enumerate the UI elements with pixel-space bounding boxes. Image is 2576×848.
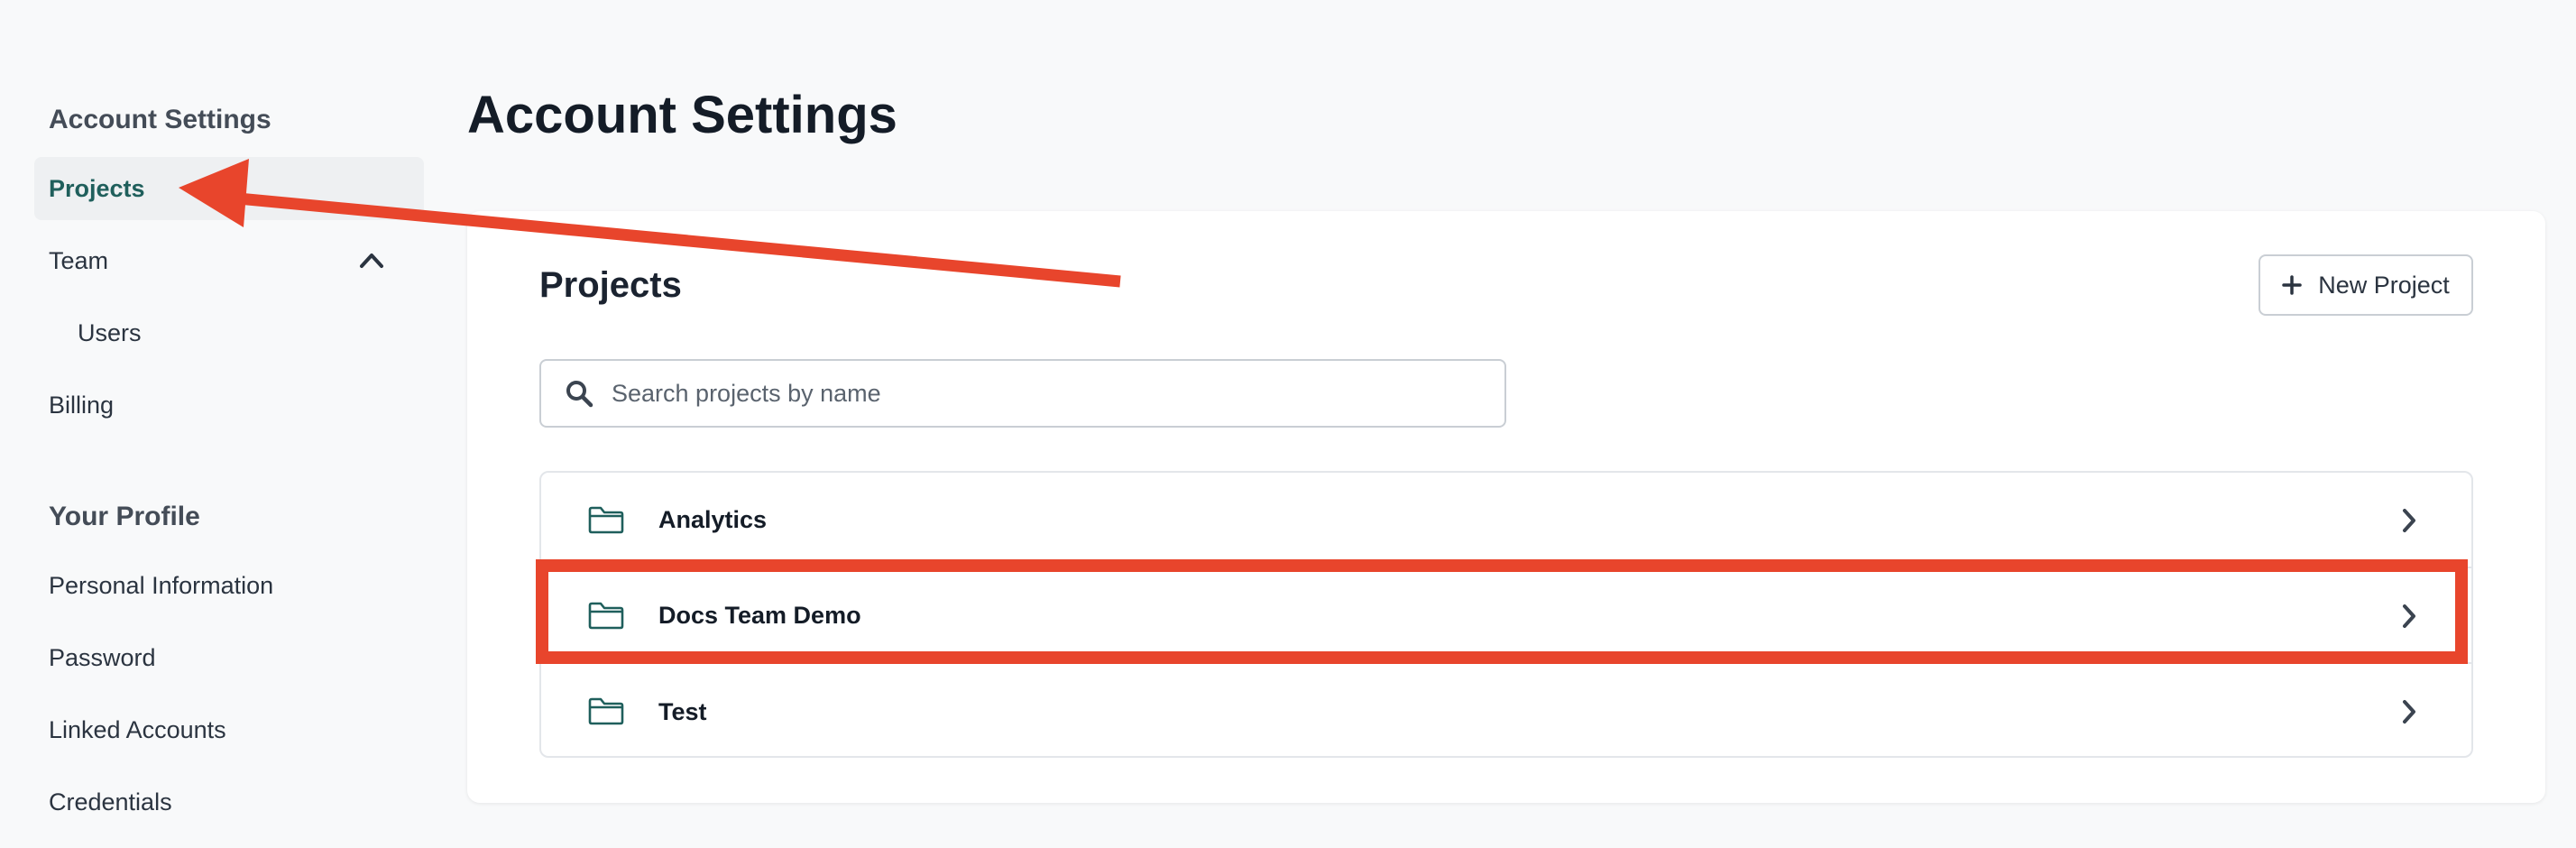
sidebar-section-account-settings: Account Settings <box>49 105 271 134</box>
sidebar-item-personal-information[interactable]: Personal Information <box>34 554 424 617</box>
project-row-test[interactable]: Test <box>541 664 2471 756</box>
sidebar-item-billing[interactable]: Billing <box>34 373 424 437</box>
project-row-docs-team-demo[interactable]: Docs Team Demo <box>541 568 2471 664</box>
sidebar-item-label: Password <box>49 643 156 671</box>
sidebar-item-credentials[interactable]: Credentials <box>34 770 424 834</box>
project-list: Analytics Docs Team Demo Test <box>539 471 2473 758</box>
new-project-label: New Project <box>2318 271 2450 299</box>
project-row-analytics[interactable]: Analytics <box>541 473 2471 568</box>
sidebar-item-label: Credentials <box>49 788 172 816</box>
projects-card: Projects New Project Analytics <box>467 211 2545 803</box>
sidebar-item-label: Projects <box>49 174 145 202</box>
plus-icon <box>2282 275 2302 295</box>
sidebar-item-team[interactable]: Team <box>34 229 424 292</box>
search-input[interactable] <box>610 378 1504 409</box>
sidebar-item-label: Team <box>49 246 109 274</box>
sidebar-item-projects[interactable]: Projects <box>34 157 424 220</box>
folder-icon <box>588 697 624 725</box>
sidebar-item-linked-accounts[interactable]: Linked Accounts <box>34 698 424 761</box>
sidebar-item-label: Personal Information <box>49 571 274 599</box>
search-field[interactable] <box>539 359 1506 428</box>
project-name: Docs Team Demo <box>658 601 861 629</box>
search-icon <box>566 381 593 408</box>
project-name: Test <box>658 697 707 725</box>
project-name: Analytics <box>658 505 768 533</box>
sidebar-item-password[interactable]: Password <box>34 626 424 689</box>
sidebar-item-users[interactable]: Users <box>34 301 424 364</box>
page-title: Account Settings <box>467 86 897 144</box>
sidebar-item-label: Users <box>78 318 142 346</box>
new-project-button[interactable]: New Project <box>2259 254 2473 316</box>
chevron-up-icon[interactable] <box>359 251 384 269</box>
sidebar-section-your-profile: Your Profile <box>49 502 200 531</box>
chevron-right-icon <box>2403 509 2415 532</box>
chevron-right-icon <box>2403 700 2415 724</box>
sidebar-item-label: Billing <box>49 391 115 419</box>
chevron-right-icon <box>2403 604 2415 628</box>
sidebar-item-label: Linked Accounts <box>49 715 226 743</box>
folder-icon <box>588 602 624 630</box>
sidebar: Account Settings Projects Team Users Bil… <box>0 0 433 848</box>
card-title: Projects <box>539 265 682 305</box>
folder-icon <box>588 506 624 534</box>
